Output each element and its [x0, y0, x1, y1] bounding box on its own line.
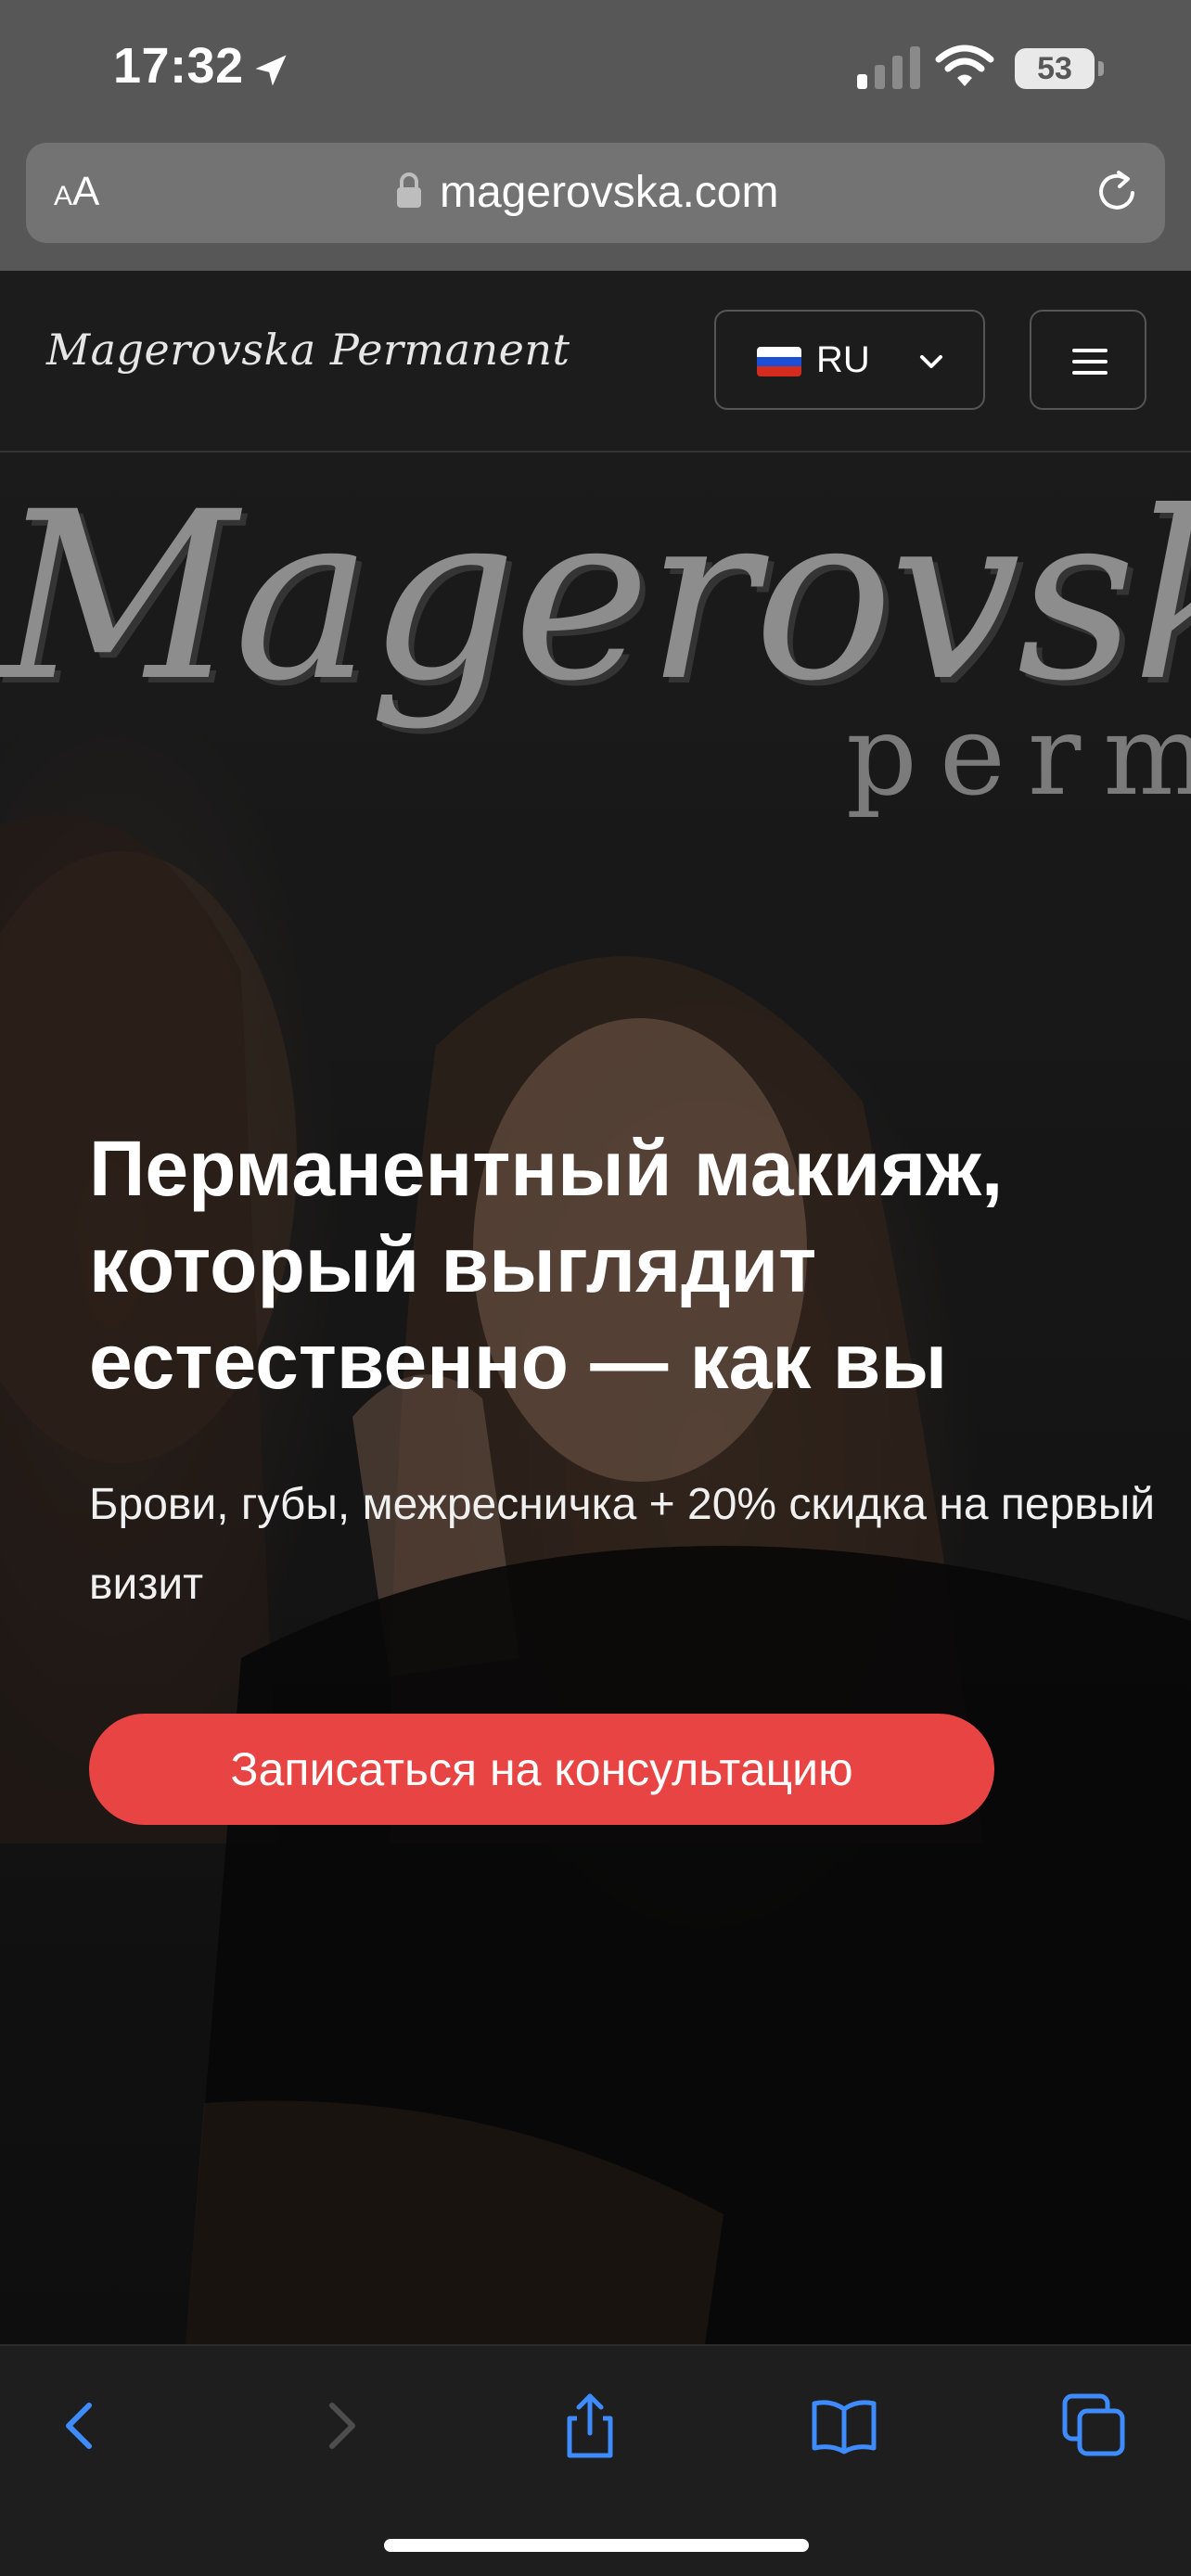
- bookmarks-icon[interactable]: [809, 2391, 879, 2461]
- hero-section: Magerovsk perma Перманентный макияж, кот…: [0, 453, 1191, 2344]
- book-consultation-button[interactable]: Записаться на консультацию: [89, 1714, 994, 1825]
- cellular-signal-icon: [857, 46, 920, 89]
- site-logo[interactable]: Magerovska Permanent: [46, 325, 570, 375]
- battery-cap: [1098, 61, 1104, 76]
- lock-icon: [397, 172, 421, 208]
- location-arrow-icon: [255, 55, 287, 86]
- language-label: RU: [816, 339, 870, 380]
- share-icon[interactable]: [555, 2391, 625, 2461]
- site-header: Magerovska Permanent RU: [0, 271, 1191, 453]
- chevron-down-icon: [920, 355, 942, 368]
- status-time: 17:32: [113, 38, 244, 94]
- language-select[interactable]: RU: [714, 310, 985, 410]
- home-indicator: [384, 2539, 809, 2552]
- wifi-icon: [935, 45, 994, 86]
- browser-chrome: 17:32 53 AA magerovska.com: [0, 0, 1191, 271]
- back-icon[interactable]: [46, 2391, 117, 2461]
- battery-icon: 53: [1015, 48, 1095, 89]
- status-bar: 17:32 53: [0, 0, 1191, 139]
- reload-icon[interactable]: [1091, 165, 1143, 217]
- hero-title: Перманентный макияж, который выглядит ес…: [89, 1125, 1004, 1405]
- russia-flag-icon: [757, 347, 801, 376]
- text-size-button[interactable]: AA: [54, 169, 99, 215]
- hero-subtitle: Брови, губы, межресничка + 20% скидка на…: [89, 1480, 1156, 1609]
- url-text[interactable]: magerovska.com: [440, 167, 778, 218]
- address-bar[interactable]: AA magerovska.com: [26, 143, 1165, 243]
- forward-icon[interactable]: [304, 2391, 375, 2461]
- hamburger-menu-icon: [1072, 349, 1108, 375]
- menu-button[interactable]: [1030, 310, 1146, 410]
- tabs-icon[interactable]: [1059, 2391, 1130, 2461]
